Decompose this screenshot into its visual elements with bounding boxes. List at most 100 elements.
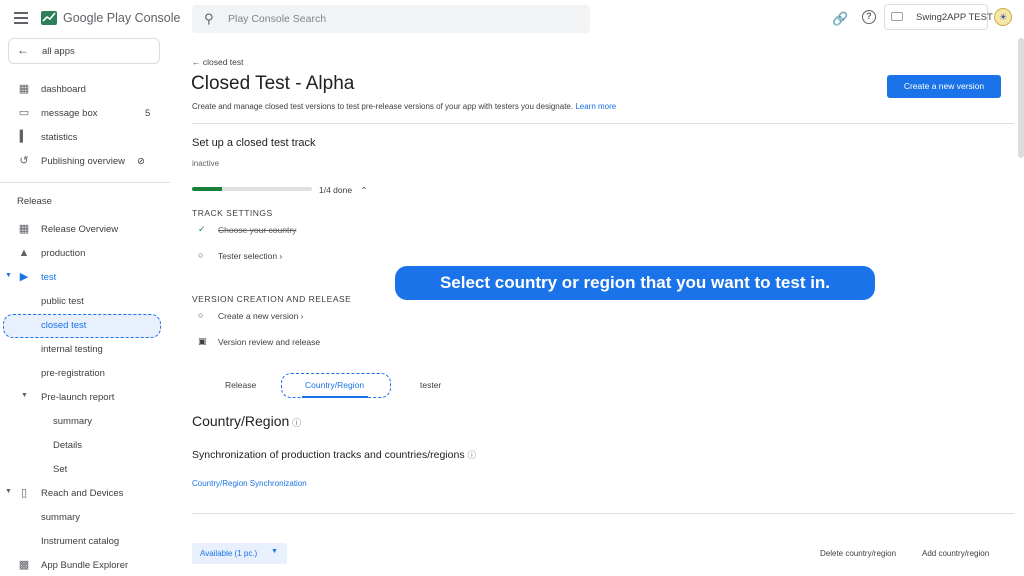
circle-icon: ○ <box>198 250 204 260</box>
top-bar: Google Play Console ⚲ Play Console Searc… <box>0 0 1024 38</box>
all-apps-label: all apps <box>42 46 75 57</box>
search-bar[interactable]: ⚲ Play Console Search <box>192 5 590 33</box>
chevron-down-icon: ▼ <box>271 548 278 555</box>
sidebar-item-release-overview[interactable]: ▦ Release Overview <box>0 220 170 240</box>
add-country-button[interactable]: Add country/region <box>922 549 989 558</box>
brand-suffix: Console <box>134 11 181 25</box>
developer-account-icon <box>891 12 903 21</box>
scrollbar[interactable] <box>1018 38 1024 158</box>
app-brand[interactable]: Google Play Console <box>63 11 180 25</box>
help-icon[interactable]: ⓘ <box>292 418 301 428</box>
section-title: Country/Region <box>192 413 290 429</box>
sidebar-item-internal-testing[interactable]: internal testing <box>0 340 170 360</box>
step-label: Tester selection › <box>218 251 283 261</box>
chevron-down-icon: ▼ <box>5 488 12 495</box>
sidebar-item-pre-launch-report[interactable]: ▼ Pre-launch report <box>0 388 170 408</box>
sidebar-item-label: Details <box>53 440 83 451</box>
progress-text: 1/4 done <box>319 185 353 195</box>
back-link-label: closed test <box>202 57 244 67</box>
sidebar-item-label: production <box>41 248 86 259</box>
step-choose-country[interactable]: ✓ Choose your country <box>192 223 492 239</box>
tab-release[interactable]: Release <box>225 380 256 390</box>
filter-label: Available (1 pc.) <box>200 549 258 558</box>
chevron-down-icon: ▼ <box>5 272 12 279</box>
chevron-down-icon: ▼ <box>21 392 28 399</box>
sidebar-item-dashboard[interactable]: ▦ dashboard <box>0 80 170 100</box>
sidebar-item-label: public test <box>41 296 84 307</box>
sidebar-item-set[interactable]: Set <box>0 460 170 480</box>
back-link[interactable]: ← closed test <box>192 57 244 67</box>
setup-title: Set up a closed test track <box>192 137 316 149</box>
track-status: inactive <box>192 159 220 168</box>
track-settings-heading: TRACK SETTINGS <box>192 208 273 218</box>
sidebar-item-label: App Bundle Explorer <box>41 560 129 571</box>
create-new-version-button[interactable]: Create a new version <box>887 75 1001 98</box>
delete-country-button[interactable]: Delete country/region <box>820 549 896 558</box>
sync-heading: Synchronization of production tracks and… <box>192 449 476 461</box>
help-icon[interactable]: ? <box>862 10 876 24</box>
sidebar-item-message-box[interactable]: ▭ message box 5 <box>0 104 170 124</box>
sidebar: ← all apps ▦ dashboard ▭ message box 5 ▍… <box>0 38 170 576</box>
sidebar-item-summary[interactable]: summary <box>0 412 170 432</box>
main-content: ← closed test Closed Test - Alpha Create… <box>170 38 1024 576</box>
menu-icon[interactable] <box>14 12 28 24</box>
sidebar-item-details[interactable]: Details <box>0 436 170 456</box>
setup-progress-bar <box>192 187 312 191</box>
tab-underline <box>302 396 368 398</box>
warning-icon: ▲ <box>18 247 30 259</box>
progress-toggle[interactable]: 1/4 done ⌃ <box>319 185 368 196</box>
all-apps-button[interactable]: ← all apps <box>8 38 160 64</box>
sidebar-item-instrument-catalog[interactable]: Instrument catalog <box>0 532 170 552</box>
sidebar-item-label: summary <box>53 416 93 427</box>
tab-tester[interactable]: tester <box>420 380 441 390</box>
inbox-icon: ▭ <box>18 107 30 119</box>
sidebar-item-pre-registration[interactable]: pre-registration <box>0 364 170 384</box>
sidebar-item-label: Release Overview <box>41 224 119 235</box>
country-region-heading: Country/Region ⓘ <box>192 413 301 429</box>
sidebar-divider <box>0 182 170 183</box>
avatar[interactable]: ☀ <box>994 8 1012 26</box>
tutorial-tooltip: Select country or region that you want t… <box>395 266 875 300</box>
developer-account-chip[interactable]: Swing2APP TEST <box>884 4 993 30</box>
sidebar-item-test[interactable]: ▼ ▶ test <box>0 268 170 288</box>
bar-chart-icon: ▍ <box>19 131 29 143</box>
lock-icon: ▣ <box>198 336 207 346</box>
sidebar-item-label: internal testing <box>41 344 103 355</box>
history-icon: ↺ <box>19 155 29 167</box>
play-icon: ▶ <box>19 271 29 283</box>
help-icon[interactable]: ⓘ <box>468 450 477 460</box>
sidebar-item-label: closed test <box>41 320 87 331</box>
step-label: Create a new version › <box>218 311 304 321</box>
sidebar-item-reach-and-devices[interactable]: ▼ ▯ Reach and Devices <box>0 484 170 504</box>
sidebar-item-public-test[interactable]: public test <box>0 292 170 312</box>
arrow-left-icon: ← <box>17 43 29 57</box>
page-description: Create and manage closed test versions t… <box>192 102 616 111</box>
search-input[interactable]: Play Console Search <box>228 13 326 25</box>
section-divider <box>192 123 1014 124</box>
sidebar-item-closed-test[interactable]: closed test <box>0 316 170 336</box>
sync-link[interactable]: Country/Region Synchronization <box>192 479 307 488</box>
availability-filter[interactable]: Available (1 pc.) ▼ <box>192 543 287 564</box>
circle-icon: ○ <box>198 310 204 320</box>
chevron-up-icon: ⌃ <box>360 185 368 195</box>
version-creation-heading: VERSION CREATION AND RELEASE <box>192 294 352 304</box>
sync-off-icon: ⊘ <box>137 156 145 167</box>
sidebar-item-label: Pre-launch report <box>41 392 115 403</box>
learn-more-link[interactable]: Learn more <box>575 102 616 111</box>
developer-name: Swing2APP TEST <box>916 12 993 23</box>
sidebar-item-statistics[interactable]: ▍ statistics <box>0 128 170 148</box>
sidebar-item-production[interactable]: ▲ production <box>0 244 170 264</box>
step-create-version[interactable]: ○ Create a new version › <box>192 309 492 325</box>
tab-country-region[interactable]: Country/Region <box>305 380 364 390</box>
link-icon[interactable]: 🔗 <box>832 11 848 27</box>
progress-fill <box>192 187 222 191</box>
sync-title: Synchronization of production tracks and… <box>192 449 465 461</box>
sidebar-item-reach-summary[interactable]: summary <box>0 508 170 528</box>
sidebar-item-publishing-overview[interactable]: ↺ Publishing overview ⊘ <box>0 152 170 172</box>
step-tester-selection[interactable]: ○ Tester selection › <box>192 249 492 265</box>
sidebar-item-label: Instrument catalog <box>41 536 120 547</box>
step-version-review[interactable]: ▣ Version review and release <box>192 335 492 351</box>
sidebar-item-label: Publishing overview <box>41 156 125 167</box>
brand-prefix: Google Play <box>63 11 132 25</box>
sidebar-item-app-bundle-explorer[interactable]: ▩ App Bundle Explorer <box>0 556 170 576</box>
